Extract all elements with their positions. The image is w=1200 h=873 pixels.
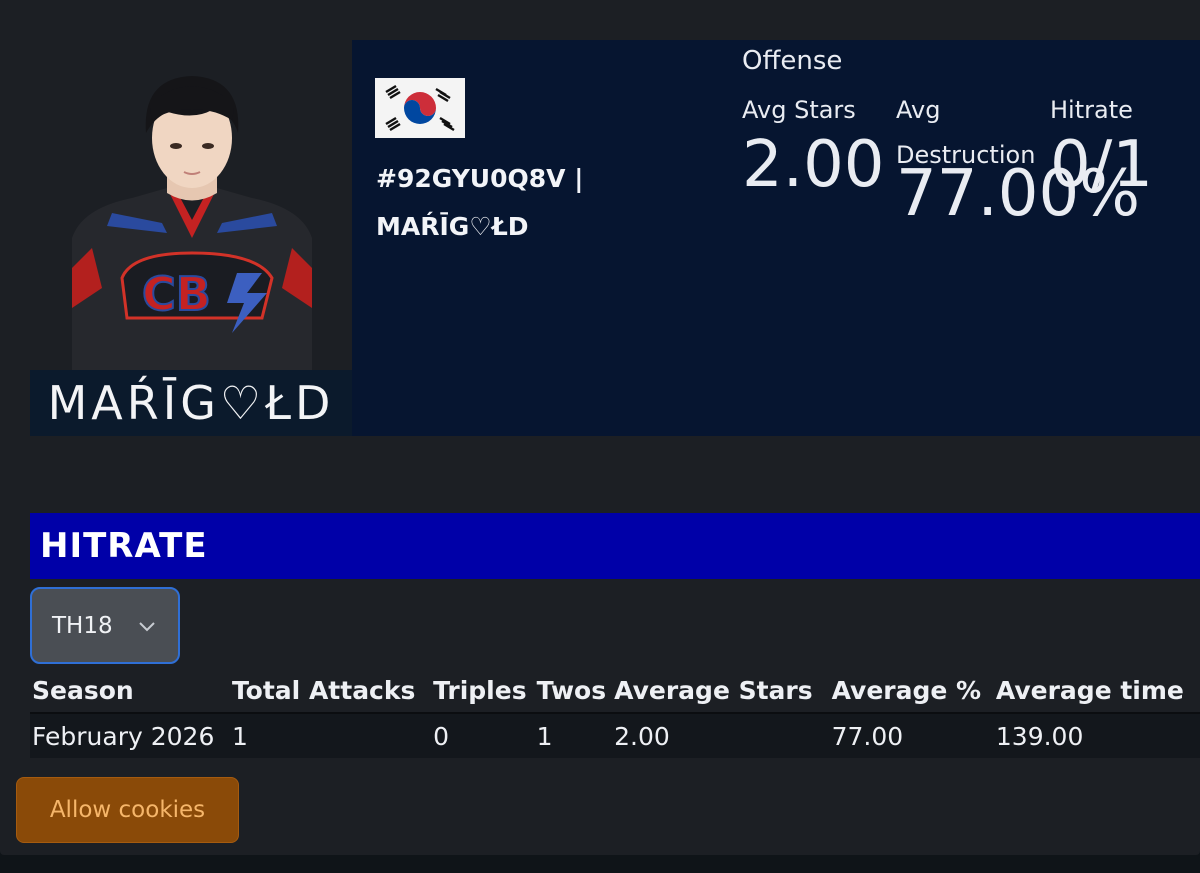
- hitrate-section-header: HITRATE: [30, 513, 1200, 579]
- svg-text:CB: CB: [142, 267, 211, 321]
- column-header-average-stars[interactable]: Average Stars: [612, 668, 830, 714]
- south-korea-flag-icon: [375, 78, 465, 138]
- stat-avg-destruction: Avg Destruction 77.00%: [896, 88, 1141, 231]
- cell-season: February 2026: [30, 713, 230, 758]
- player-photo-column: CB MAŔĪG♡ŁD: [30, 40, 352, 436]
- cell-total-attacks: 1: [229, 713, 432, 758]
- offense-title: Offense: [742, 46, 843, 76]
- player-tag[interactable]: #92GYU0Q8V |: [376, 155, 636, 203]
- player-panel: CB MAŔĪG♡ŁD #92GYU0Q8V | MAŔĪG♡ŁD Offens…: [0, 0, 1200, 855]
- hitrate-value: 0/1: [1050, 128, 1153, 202]
- column-header-twos[interactable]: Twos: [534, 668, 613, 714]
- player-name: MAŔĪG♡ŁD: [376, 212, 529, 241]
- column-header-total-attacks[interactable]: Total Attacks: [229, 668, 432, 714]
- hitrate-label: Hitrate: [1050, 96, 1133, 124]
- column-header-triples[interactable]: Triples: [431, 668, 535, 714]
- column-header-season[interactable]: Season: [30, 668, 230, 714]
- chevron-down-icon: [138, 615, 156, 633]
- town-hall-select[interactable]: TH18: [30, 587, 180, 664]
- allow-cookies-button[interactable]: Allow cookies: [16, 777, 239, 843]
- cell-triples: 0: [431, 713, 535, 758]
- stat-avg-stars: Avg Stars 2.00: [742, 88, 885, 197]
- player-photo: CB: [72, 48, 312, 410]
- hitrate-table: Season Total Attacks Triples Twos Averag…: [30, 668, 1200, 758]
- player-photo-name-banner: MAŔĪG♡ŁD: [30, 370, 352, 436]
- table-header-row: Season Total Attacks Triples Twos Averag…: [30, 668, 1200, 714]
- player-profile-card: CB MAŔĪG♡ŁD #92GYU0Q8V | MAŔĪG♡ŁD Offens…: [30, 40, 1200, 436]
- cell-average-stars: 2.00: [612, 713, 830, 758]
- cell-average-time: 139.00: [993, 713, 1200, 758]
- town-hall-select-value: TH18: [52, 612, 113, 639]
- cell-average-percent: 77.00: [829, 713, 994, 758]
- avg-stars-label: Avg Stars: [742, 96, 856, 124]
- avg-destruction-label-line1: Avg: [896, 96, 941, 124]
- column-header-average-percent[interactable]: Average %: [829, 668, 994, 714]
- avg-stars-value: 2.00: [742, 128, 885, 202]
- column-header-average-time[interactable]: Average time: [993, 668, 1200, 714]
- avg-destruction-value: 77.00%: [896, 157, 1141, 231]
- player-tag-and-name: #92GYU0Q8V | MAŔĪG♡ŁD: [376, 155, 636, 251]
- table-row: February 2026 1 0 1 2.00 77.00 139.00: [30, 713, 1200, 758]
- stat-hitrate: Hitrate 0/1: [1050, 88, 1153, 197]
- cell-twos: 1: [534, 713, 613, 758]
